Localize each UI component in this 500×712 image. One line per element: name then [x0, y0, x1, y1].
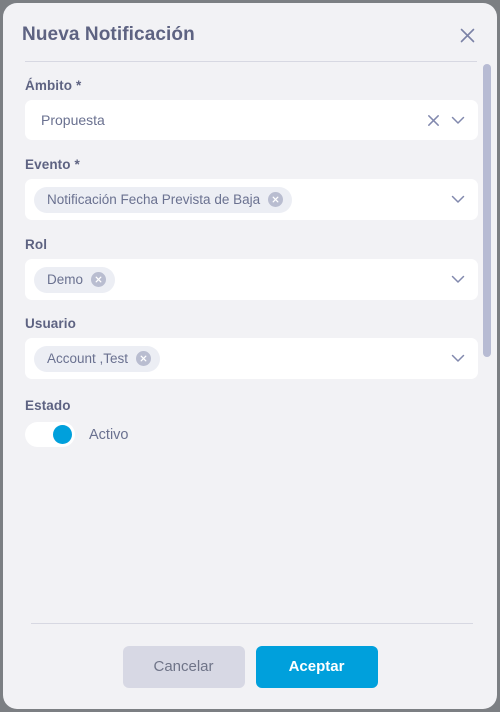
chip-remove-icon[interactable]: [268, 192, 284, 207]
select-rol[interactable]: Demo: [25, 259, 478, 300]
field-label-ambito: Ámbito *: [25, 78, 82, 93]
field-ambito: Ámbito * Propuesta: [25, 78, 478, 140]
field-evento: Evento * Notificación Fecha Prevista de …: [25, 157, 478, 220]
new-notification-dialog: Nueva Notificación Ámbito * Propuesta Ev…: [3, 3, 497, 709]
accept-button[interactable]: Aceptar: [255, 645, 378, 688]
chip-rol-label: Demo: [47, 272, 84, 287]
field-rol: Rol Demo: [25, 237, 478, 300]
dialog-footer: Cancelar Aceptar: [3, 624, 497, 709]
chip-evento-label: Notificación Fecha Prevista de Baja: [47, 192, 261, 207]
page-title: Nueva Notificación: [22, 24, 195, 45]
chip-usuario-label: Account ,Test: [47, 351, 129, 366]
field-usuario: Usuario Account ,Test: [25, 316, 478, 379]
select-evento[interactable]: Notificación Fecha Prevista de Baja: [25, 179, 478, 220]
dialog-header: Nueva Notificación: [3, 3, 497, 61]
estado-toggle[interactable]: [25, 422, 75, 447]
field-estado: Estado Activo: [25, 398, 478, 447]
header-divider: [25, 61, 477, 62]
chip-remove-icon[interactable]: [91, 272, 107, 287]
estado-toggle-label: Activo: [89, 426, 129, 443]
dialog-body: Ámbito * Propuesta Evento * Notificación…: [3, 64, 497, 613]
scrollbar-thumb[interactable]: [483, 64, 491, 357]
field-label-estado: Estado: [25, 398, 71, 413]
chevron-down-icon[interactable]: [450, 112, 466, 128]
field-label-rol: Rol: [25, 237, 48, 252]
chip-usuario: Account ,Test: [34, 345, 161, 372]
close-icon[interactable]: [455, 23, 479, 47]
select-ambito[interactable]: Propuesta: [25, 100, 478, 140]
field-label-usuario: Usuario: [25, 316, 76, 331]
chip-rol: Demo: [34, 266, 116, 293]
field-label-evento: Evento *: [25, 157, 80, 172]
chip-remove-icon[interactable]: [136, 351, 152, 366]
select-usuario[interactable]: Account ,Test: [25, 338, 478, 379]
scrollbar[interactable]: [483, 64, 491, 613]
toggle-knob: [53, 425, 72, 444]
chevron-down-icon[interactable]: [450, 272, 466, 288]
chevron-down-icon[interactable]: [450, 351, 466, 367]
chevron-down-icon[interactable]: [450, 192, 466, 208]
clear-icon[interactable]: [425, 112, 441, 128]
chip-evento: Notificación Fecha Prevista de Baja: [34, 186, 293, 213]
estado-toggle-row: Activo: [25, 422, 478, 447]
select-ambito-value: Propuesta: [41, 112, 105, 128]
cancel-button[interactable]: Cancelar: [122, 645, 245, 688]
